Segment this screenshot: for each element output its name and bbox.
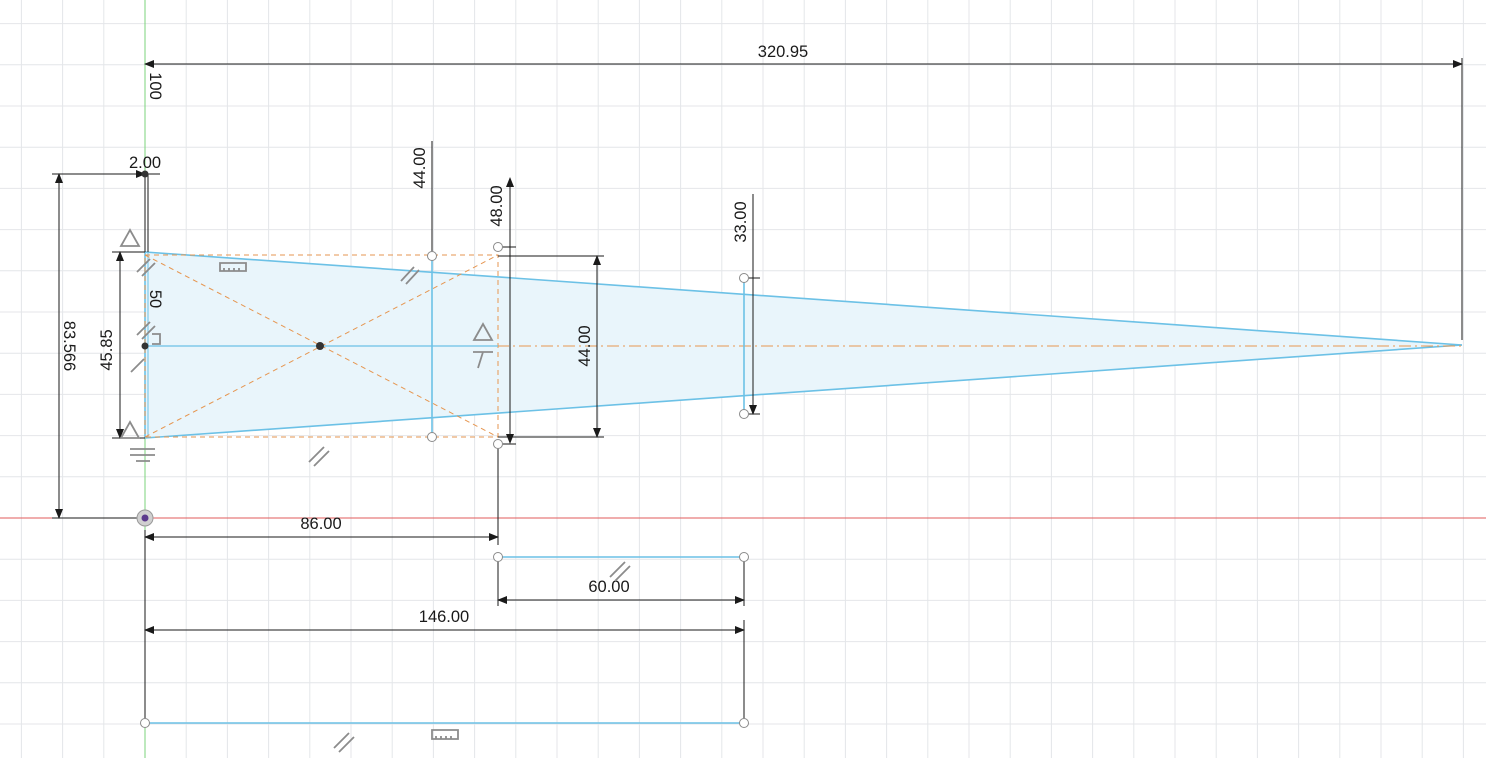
sketch-point[interactable] (493, 439, 503, 449)
sketch-point[interactable] (739, 552, 749, 562)
dimension-146-00[interactable]: 146.00 (419, 608, 469, 626)
sketch-point[interactable] (140, 718, 150, 728)
coincident-icon (119, 228, 141, 247)
dimension-45-85[interactable]: 45.85 (98, 329, 116, 370)
equal-icon (130, 448, 155, 462)
parallel-icon (130, 358, 145, 373)
origin-point[interactable] (141, 514, 149, 522)
horizontal-icon (431, 729, 459, 740)
dimension-83-566[interactable]: 83.566 (60, 321, 78, 371)
sketch-canvas[interactable]: 320.95 2.00 83.566 45.85 44.00 48.00 44.… (0, 0, 1486, 758)
dimension-320-95[interactable]: 320.95 (758, 43, 808, 61)
dimension-86-00[interactable]: 86.00 (300, 515, 341, 533)
base-midpoint[interactable] (141, 342, 149, 350)
parallel-icon (308, 446, 330, 467)
sketch-point[interactable] (739, 409, 749, 419)
sketch-point[interactable] (739, 273, 749, 283)
sketch-point[interactable] (427, 251, 437, 261)
dimension-44-00-top[interactable]: 44.00 (411, 147, 429, 188)
axis-label-50: 50 (146, 290, 164, 308)
corner-point[interactable] (141, 170, 149, 178)
dimension-33-00[interactable]: 33.00 (732, 201, 750, 242)
sketch-profile-region[interactable] (145, 252, 1462, 438)
axis-label-100: 100 (146, 72, 164, 100)
sketch-point[interactable] (493, 552, 503, 562)
dimension-48-00[interactable]: 48.00 (488, 185, 506, 226)
sketch-point[interactable] (427, 432, 437, 442)
dimension-2-00[interactable]: 2.00 (129, 154, 161, 172)
sketch-point[interactable] (493, 242, 503, 252)
sketch-point[interactable] (739, 718, 749, 728)
dimension-60-00[interactable]: 60.00 (588, 578, 629, 596)
dimension-44-00-side[interactable]: 44.00 (576, 325, 594, 366)
rectangle-center-point[interactable] (316, 342, 324, 350)
